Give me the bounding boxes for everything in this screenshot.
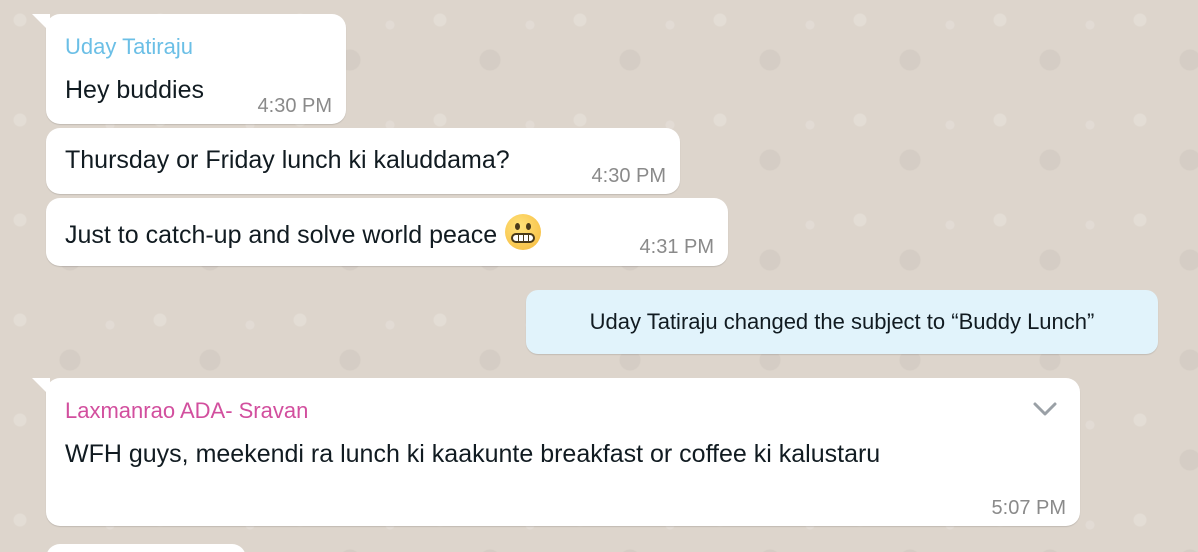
message-time: 5:07 PM — [991, 497, 1066, 519]
grimacing-face-icon — [505, 214, 542, 250]
message-bubble-4[interactable]: Laxmanrao ADA- Sravan WFH guys, meekendi… — [32, 378, 1080, 526]
message-time: 4:30 PM — [257, 95, 332, 117]
message-text: Just to catch-up and solve world peace — [65, 221, 498, 249]
next-message-bubble[interactable] — [46, 544, 246, 552]
message-bubble-3[interactable]: Just to catch-up and solve world peace 4… — [46, 198, 728, 266]
message-text: Hey buddies — [65, 76, 204, 104]
subject-change-notice: Uday Tatiraju changed the subject to “Bu… — [526, 290, 1158, 354]
message-text-row: Just to catch-up and solve world peace — [65, 214, 542, 250]
sender-name[interactable]: Laxmanrao ADA- Sravan — [65, 398, 308, 424]
message-text: Thursday or Friday lunch ki kaluddama? — [65, 146, 510, 174]
message-bubble-1[interactable]: Uday Tatiraju Hey buddies 4:30 PM — [32, 14, 346, 124]
message-time: 4:30 PM — [591, 165, 666, 187]
message-bubble-2[interactable]: Thursday or Friday lunch ki kaluddama? 4… — [46, 128, 680, 194]
sender-name[interactable]: Uday Tatiraju — [65, 34, 193, 60]
message-time: 4:31 PM — [639, 236, 714, 258]
message-text: WFH guys, meekendi ra lunch ki kaakunte … — [65, 440, 881, 468]
chevron-down-icon[interactable] — [1032, 400, 1058, 418]
